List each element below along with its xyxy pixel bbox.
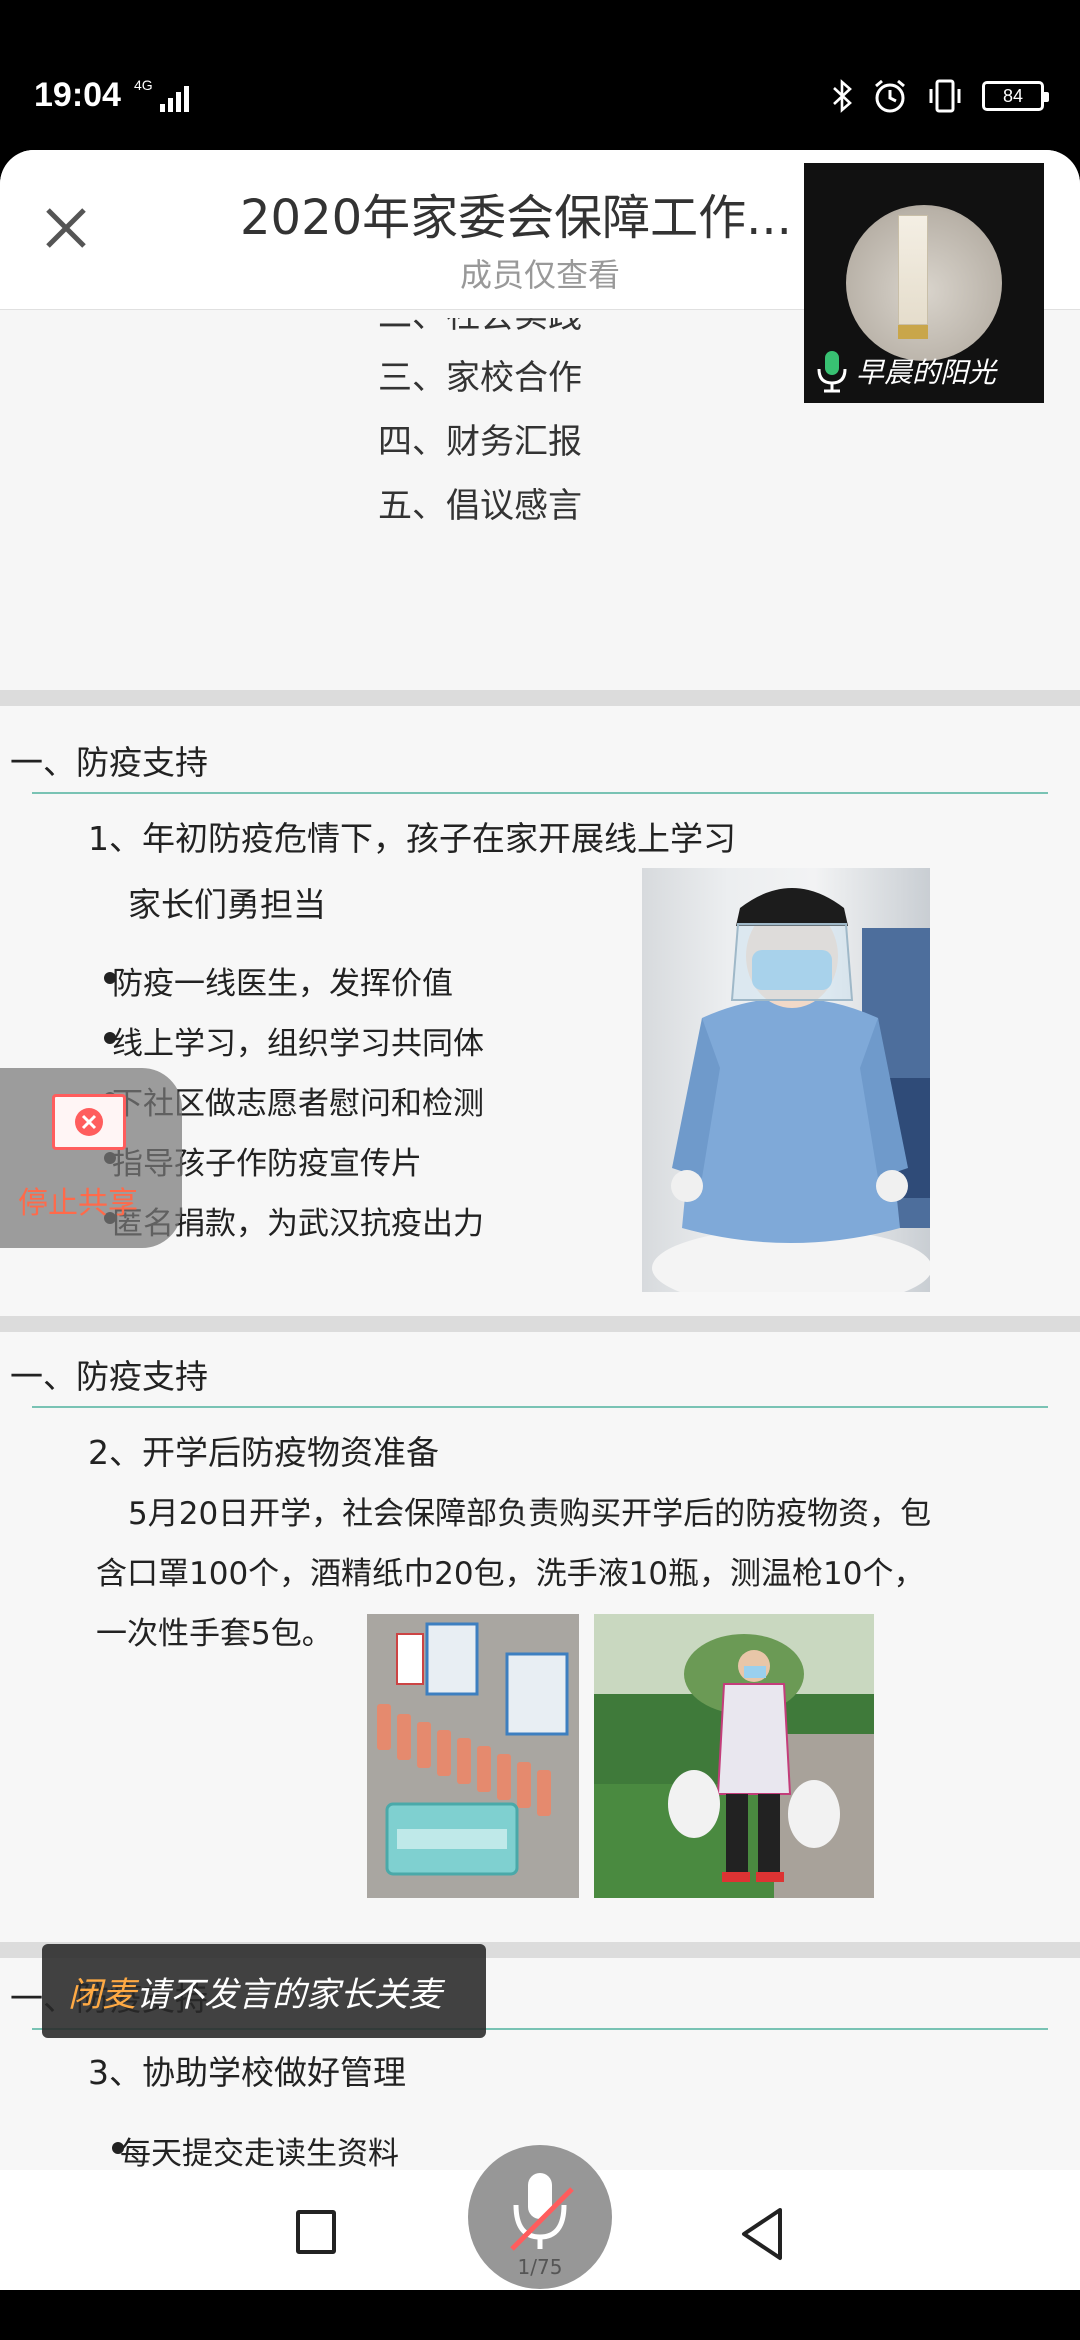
toast-text: 请不发言的家长关麦: [136, 1974, 442, 2015]
supplies-photo: [367, 1614, 579, 1898]
slide-heading: 一、防疫支持: [10, 743, 208, 782]
stop-share-icon: [52, 1094, 126, 1150]
paragraph-line: 含口罩100个，酒精纸巾20包，洗手液10瓶，测温枪10个，: [96, 1556, 925, 1592]
stamp-base: [898, 325, 928, 339]
heading-rule: [32, 1406, 1048, 1408]
slide-divider: [0, 1316, 1080, 1332]
bullet-text: 线上学习，组织学习共同体: [112, 1026, 484, 1062]
toast-warning: 闭麦: [68, 1974, 136, 2015]
stamp-image: [898, 215, 928, 325]
heading-rule: [32, 792, 1048, 794]
slide-divider: [0, 690, 1080, 706]
back-button[interactable]: [738, 2206, 786, 2262]
vibrate-icon: [929, 79, 961, 113]
close-share-glyph: [75, 1108, 103, 1136]
parent-photo: [594, 1614, 874, 1898]
bullet-dot: [104, 972, 116, 984]
toc-item: 五、倡议感言: [378, 486, 582, 526]
slide-subheading: 2、开学后防疫物资准备: [88, 1433, 439, 1472]
bluetooth-icon: [833, 79, 852, 113]
participant-count: 1/75: [517, 2255, 563, 2279]
paragraph-line: 5月20日开学，社会保障部负责购买开学后的防疫物资，包: [128, 1496, 932, 1532]
mute-toast: 闭麦 请不发言的家长关麦: [42, 1944, 486, 2038]
slide-subheading: 3、协助学校做好管理: [88, 2053, 406, 2092]
slides-content[interactable]: 二、社会实践 三、家校合作 四、财务汇报 五、倡议感言 一、防疫支持 1、年初防…: [0, 310, 1080, 2218]
bullet-item: 线上学习，组织学习共同体: [104, 1018, 484, 1063]
recent-apps-button[interactable]: [296, 2210, 336, 2254]
speaker-row: 早晨的阳光: [814, 349, 996, 393]
bottom-edge: [0, 2290, 1080, 2340]
bullet-item: 每天提交走读生资料: [112, 2128, 399, 2173]
slide-subheading-2: 家长们勇担当: [128, 885, 326, 924]
slide-subheading: 1、年初防疫危情下，孩子在家开展线上学习: [88, 819, 736, 858]
microphone-active-icon: [817, 351, 847, 393]
status-time: 19:04: [34, 76, 121, 114]
battery-level: 84: [1002, 85, 1024, 106]
slide-heading: 一、防疫支持: [10, 1357, 208, 1396]
parent-illustration: [594, 1614, 874, 1898]
toc-item: 四、财务汇报: [378, 422, 582, 462]
doctor-illustration: [652, 888, 930, 1292]
doctor-photo: [642, 868, 930, 1292]
bullet-text: 防疫一线医生，发挥价值: [112, 966, 453, 1002]
video-tile[interactable]: 早晨的阳光: [804, 163, 1044, 403]
status-bar: 19:04 4G 84: [0, 0, 1080, 150]
toc-item: 三、家校合作: [378, 358, 582, 398]
bullet-text: 每天提交走读生资料: [120, 2136, 399, 2172]
alarm-icon: [875, 79, 905, 113]
stop-sharing-button[interactable]: 停止共享: [0, 1068, 182, 1248]
battery-indicator: 84: [982, 81, 1049, 111]
slide-epidemic-support-2: 一、防疫支持 2、开学后防疫物资准备 5月20日开学，社会保障部负责购买开学后的…: [0, 1332, 1080, 1942]
bullet-dot: [112, 2142, 124, 2154]
speaker-avatar: [846, 205, 1002, 361]
supplies-illustration: [367, 1614, 579, 1898]
bullet-dot: [104, 1032, 116, 1044]
signal-icon: [160, 86, 189, 112]
status-icons: 84: [832, 78, 1049, 114]
network-type: 4G: [134, 77, 153, 93]
page-title: 2020年家委会保障工作...: [240, 190, 792, 246]
paragraph-line: 一次性手套5包。: [96, 1616, 333, 1652]
mute-microphone-button[interactable]: 1/75: [468, 2145, 612, 2289]
speaker-name: 早晨的阳光: [856, 356, 997, 389]
close-icon[interactable]: [40, 202, 92, 254]
stop-sharing-label: 停止共享: [18, 1186, 138, 1221]
bullet-item: 防疫一线医生，发挥价值: [104, 958, 453, 1003]
